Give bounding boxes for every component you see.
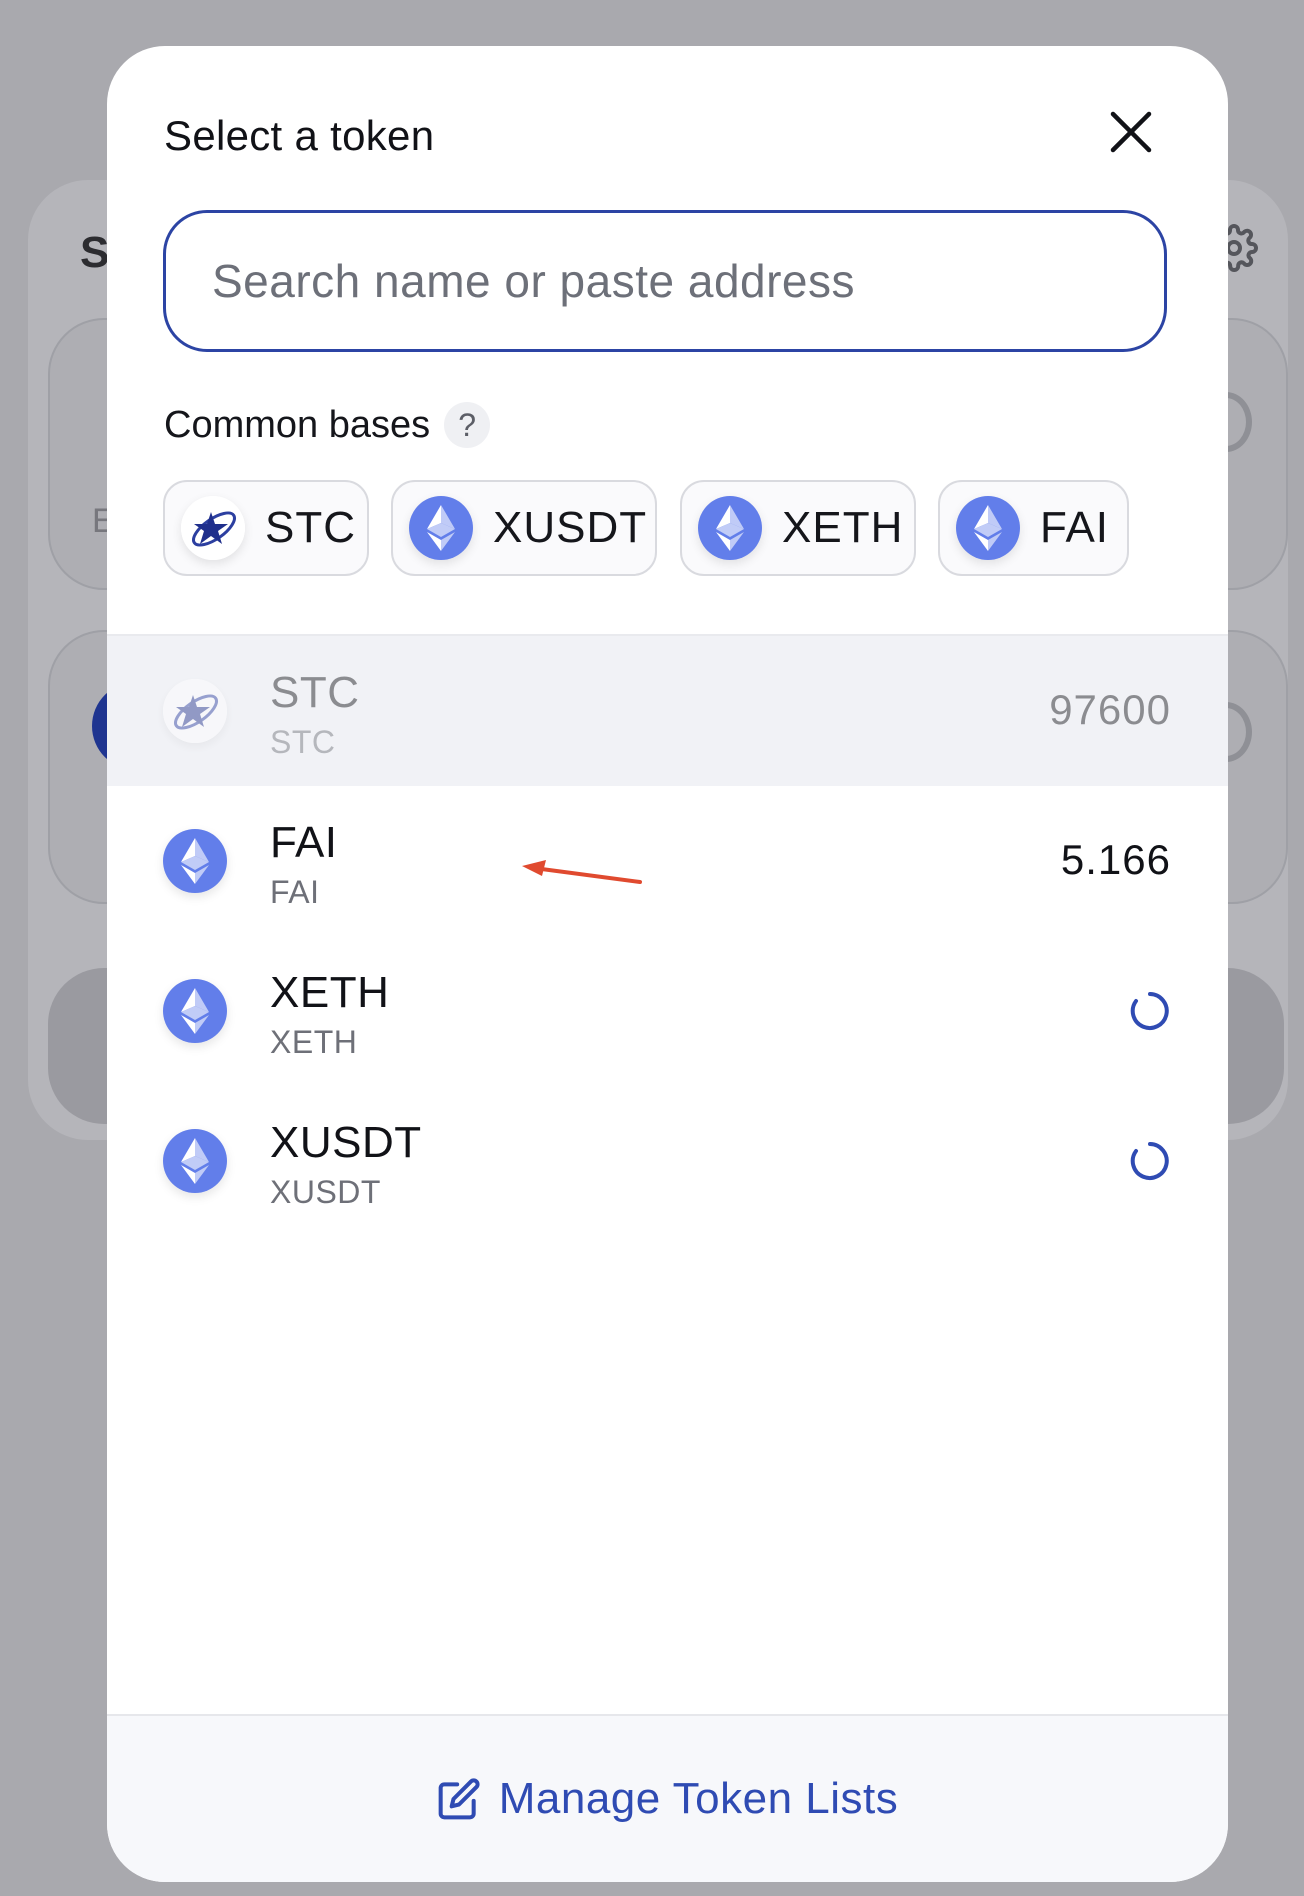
base-chip-fai[interactable]: FAI: [938, 480, 1129, 576]
token-balance: 97600: [1049, 686, 1171, 733]
stc-logo-icon: [163, 679, 227, 743]
base-chip-label: XUSDT: [493, 503, 648, 552]
token-list: STC STC 97600 FAI FAI 5.166 XETH XETH XU…: [107, 636, 1228, 1236]
token-symbol: FAI: [270, 818, 338, 867]
stc-logo-icon: [181, 496, 245, 560]
help-icon[interactable]: ?: [444, 402, 491, 448]
base-chip-label: FAI: [1040, 503, 1110, 552]
base-chip-label: XETH: [782, 503, 904, 552]
token-name: XUSDT: [270, 1174, 381, 1210]
background-title-fragment: S: [80, 228, 110, 277]
loading-spinner-icon: [1130, 992, 1169, 1030]
token-symbol: XETH: [270, 968, 390, 1017]
ethereum-icon: [163, 829, 227, 893]
manage-token-lists-button[interactable]: Manage Token Lists: [437, 1774, 899, 1824]
token-name: FAI: [270, 874, 320, 910]
token-symbol: XUSDT: [270, 1118, 422, 1167]
base-chip-label: STC: [265, 503, 356, 552]
token-row-stc[interactable]: STC STC 97600: [107, 636, 1228, 786]
token-balance: 5.166: [1060, 836, 1171, 883]
ethereum-icon: [698, 496, 762, 560]
close-icon[interactable]: [1107, 108, 1155, 156]
loading-spinner-icon: [1130, 1142, 1169, 1180]
annotation-arrow-icon: [522, 860, 642, 884]
token-row-xeth[interactable]: XETH XETH: [107, 936, 1228, 1086]
base-chip-xeth[interactable]: XETH: [680, 480, 916, 576]
common-bases-header: Common bases ?: [164, 402, 491, 448]
token-symbol: STC: [270, 668, 360, 717]
token-row-fai[interactable]: FAI FAI 5.166: [107, 786, 1228, 936]
base-chip-xusdt[interactable]: XUSDT: [391, 480, 657, 576]
token-name: STC: [270, 724, 336, 760]
search-field: [163, 210, 1167, 352]
ethereum-icon: [163, 979, 227, 1043]
modal-title: Select a token: [164, 112, 435, 159]
search-input[interactable]: [210, 253, 1120, 309]
modal-footer: Manage Token Lists: [107, 1714, 1228, 1882]
token-name: XETH: [270, 1024, 358, 1060]
ethereum-icon: [956, 496, 1020, 560]
edit-icon: [438, 1778, 480, 1820]
base-chip-stc[interactable]: STC: [163, 480, 369, 576]
token-select-modal: Select a token Common bases ? STC: [107, 46, 1228, 1882]
token-row-xusdt[interactable]: XUSDT XUSDT: [107, 1086, 1228, 1236]
ethereum-icon: [163, 1129, 227, 1193]
ethereum-icon: [409, 496, 473, 560]
manage-token-lists-label: Manage Token Lists: [498, 1774, 899, 1823]
common-bases-label: Common bases: [164, 403, 431, 446]
